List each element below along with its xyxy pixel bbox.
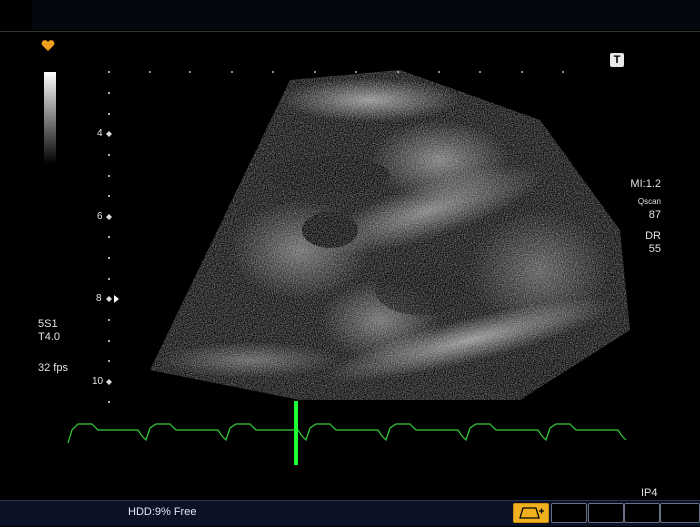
capture-icon: [519, 507, 544, 519]
probe-name: 5S1: [38, 318, 58, 330]
mi-value: MI:1.2: [630, 178, 661, 190]
frame-rate: 32 fps: [38, 362, 68, 374]
hdd-status: HDD:9% Free: [128, 506, 197, 518]
dr-label: DR: [645, 230, 661, 242]
softkey-3[interactable]: [588, 503, 624, 523]
depth-label-8: 8: [96, 293, 102, 304]
qscan-label: Qscan: [637, 197, 661, 206]
qscan-value: 87: [648, 209, 661, 221]
depth-label-4: 4: [97, 128, 103, 139]
depth-label-6: 6: [97, 211, 103, 222]
softkey-5[interactable]: [660, 503, 700, 523]
probe-setting: T4.0: [38, 331, 61, 343]
ecg-trace: [67, 401, 627, 465]
softkey-2[interactable]: [551, 503, 587, 523]
depth-label-10: 10: [92, 376, 104, 387]
preset-label: IP4: [641, 487, 658, 499]
capture-button[interactable]: [513, 503, 549, 523]
depth-scale: [106, 71, 119, 403]
ecg-cursor: [294, 401, 298, 465]
focus-marker: [114, 295, 119, 303]
ultrasound-image: [67, 70, 630, 465]
echo-sector: [150, 70, 630, 400]
softkey-4[interactable]: [624, 503, 660, 523]
top-dot-row: [149, 71, 564, 73]
dr-value: 55: [648, 243, 661, 255]
